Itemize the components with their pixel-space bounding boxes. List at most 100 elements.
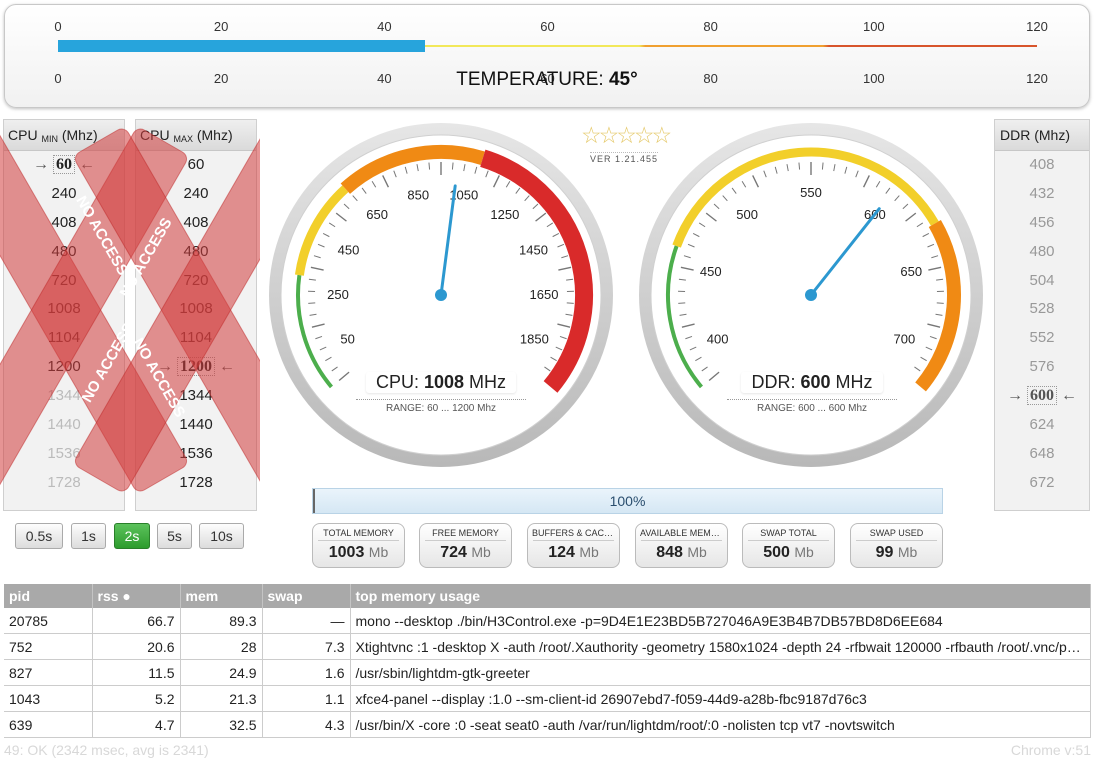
cell-pid: 639 [4, 711, 93, 738]
ddr-item[interactable]: 648 [995, 440, 1089, 469]
column-header-mem[interactable]: mem [180, 584, 263, 608]
interval-button-0-5s[interactable]: 0.5s [15, 523, 63, 549]
column-header-rss[interactable]: rss ● [92, 584, 181, 608]
gauge-scale-label: 1450 [519, 243, 548, 258]
gauge-scale-label: 500 [736, 207, 758, 222]
cell-rss: 11.5 [92, 659, 181, 686]
column-header-command: top memory usage [350, 584, 1091, 608]
memory-box-free: FREE MEMORY 724 Mb [419, 523, 512, 568]
gauge-scale-label: 1650 [530, 287, 559, 302]
ddr-item[interactable]: 432 [995, 180, 1089, 209]
memory-box-total: TOTAL MEMORY 1003 Mb [312, 523, 405, 568]
temperature-panel: 0 20 40 60 80 100 120 0 20 40 60 80 100 120 TEMPERAT… [4, 4, 1090, 108]
ddr-item[interactable]: 624 [995, 411, 1089, 440]
table-row: 639 4.7 32.5 4.3 /usr/bin/X -core :0 -se… [4, 711, 1091, 738]
gauge-scale-label: 850 [407, 188, 429, 203]
temperature-tick-label: 100 [862, 19, 885, 34]
temperature-tick-label: 20 [213, 19, 229, 34]
cell-pid: 20785 [4, 608, 93, 634]
ddr-gauge-readout: DDR: 600 MHz RANGE: 600 ... 600 Mhz [727, 372, 897, 414]
cell-command: /usr/sbin/lightdm-gtk-greeter [350, 659, 1091, 686]
gauge-tick [428, 162, 431, 170]
cell-mem: 89.3 [180, 608, 263, 634]
gauge-scale-label: 1850 [520, 332, 549, 347]
cpu-gauge-range: RANGE: 60 ... 1200 Mhz [356, 399, 526, 414]
ddr-item[interactable]: 408 [995, 151, 1089, 180]
table-row: 827 11.5 24.9 1.6 /usr/sbin/lightdm-gtk-… [4, 659, 1091, 686]
temperature-value: 45° [608, 69, 638, 90]
ddr-gauge-range: RANGE: 600 ... 600 Mhz [727, 399, 897, 414]
table-header-row: pid rss ● mem swap top memory usage [4, 584, 1091, 608]
gauge-scale-label: 550 [800, 185, 822, 200]
ddr-item[interactable]: 504 [995, 267, 1089, 296]
refresh-progress-bar: 100% [312, 488, 943, 514]
ddr-item[interactable]: 456 [995, 209, 1089, 238]
cell-swap: 4.3 [262, 711, 351, 738]
interval-button-2s[interactable]: 2s [114, 523, 150, 549]
ddr-selected[interactable]: → 600 ← [995, 382, 1089, 411]
cell-rss: 4.7 [92, 711, 181, 738]
temperature-tick-label: 40 [377, 19, 392, 34]
progress-text: 100% [609, 493, 646, 509]
temperature-tick-label: 80 [703, 19, 718, 34]
gauge-hub [435, 289, 447, 301]
cell-pid: 827 [4, 659, 93, 686]
temperature-tick-label: 120 [1026, 19, 1048, 34]
gauge-scale-label: 700 [893, 332, 915, 347]
ddr-item[interactable]: 672 [995, 469, 1089, 498]
temperature-fill [58, 40, 426, 52]
no-access-overlay: NO ACCESS NO ACCESS NO ACCESS NO ACCESS [0, 128, 260, 492]
gauge-tick [451, 162, 454, 170]
cell-command: xfce4-panel --display :1.0 --sm-client-i… [350, 685, 1091, 712]
gauge-scale-label: 450 [700, 264, 722, 279]
cell-rss: 5.2 [92, 685, 181, 712]
memory-box-swap-total: SWAP TOTAL 500 Mb [742, 523, 835, 568]
memory-box-buffers: BUFFERS & CACHE 124 Mb [527, 523, 620, 568]
cell-swap: — [262, 608, 351, 634]
status-text: 49: OK (2342 msec, avg is 2341) [4, 742, 209, 758]
gauge-tick [821, 162, 824, 170]
ddr-item[interactable]: 576 [995, 353, 1089, 382]
ddr-item[interactable]: 552 [995, 324, 1089, 353]
ddr-column: DDR (Mhz) 408 432 456 480 504 528 552 57… [994, 119, 1090, 511]
temperature-tick-label: 60 [540, 19, 555, 34]
cell-pid: 752 [4, 633, 93, 660]
cell-mem: 21.3 [180, 685, 263, 712]
cell-mem: 24.9 [180, 659, 263, 686]
cell-command: Xtightvnc :1 -desktop X -auth /root/.Xau… [350, 633, 1091, 660]
browser-version: Chrome v:51 [1010, 742, 1091, 758]
gauge-scale-label: 650 [366, 207, 388, 222]
ddr-item[interactable]: 528 [995, 295, 1089, 324]
cell-rss: 20.6 [92, 633, 181, 660]
cell-command: /usr/bin/X -core :0 -seat seat0 -auth /v… [350, 711, 1091, 738]
gauge-scale-label: 50 [340, 332, 354, 347]
gauge-scale-label: 650 [900, 264, 922, 279]
memory-box-swap-used: SWAP USED 99 Mb [850, 523, 943, 568]
gauge-hub [805, 289, 817, 301]
gauge-scale-label: 400 [707, 332, 729, 347]
ddr-gauge: 400450500550600650700 [639, 123, 983, 467]
memory-box-available: AVAILABLE MEMORY 848 Mb [635, 523, 728, 568]
ddr-header: DDR (Mhz) [995, 120, 1089, 151]
cpu-gauge-readout: CPU: 1008 MHz RANGE: 60 ... 1200 Mhz [356, 372, 526, 414]
table-row: 1043 5.2 21.3 1.1 xfce4-panel --display … [4, 685, 1091, 712]
cell-swap: 7.3 [262, 633, 351, 660]
interval-button-5s[interactable]: 5s [157, 523, 192, 549]
table-row: 20785 66.7 89.3 — mono --desktop ./bin/H… [4, 608, 1091, 634]
column-header-swap[interactable]: swap [262, 584, 351, 608]
gauge-tick [798, 162, 801, 170]
cell-mem: 32.5 [180, 711, 263, 738]
temperature-tick-label: 0 [54, 19, 62, 34]
cell-command: mono --desktop ./bin/H3Control.exe -p=9D… [350, 608, 1091, 634]
interval-button-1s[interactable]: 1s [71, 523, 106, 549]
cell-rss: 66.7 [92, 608, 181, 634]
process-table: pid rss ● mem swap top memory usage 2078… [4, 584, 1091, 738]
temperature-bar [58, 40, 1037, 52]
column-header-pid[interactable]: pid [4, 584, 93, 608]
gauge-scale-label: 250 [327, 287, 349, 302]
gauge-scale-label: 1250 [490, 207, 519, 222]
interval-button-10s[interactable]: 10s [199, 523, 244, 549]
cell-pid: 1043 [4, 685, 93, 712]
cpu-gauge: 50250450650850 10501250145016501850 [269, 123, 613, 467]
ddr-item[interactable]: 480 [995, 238, 1089, 267]
